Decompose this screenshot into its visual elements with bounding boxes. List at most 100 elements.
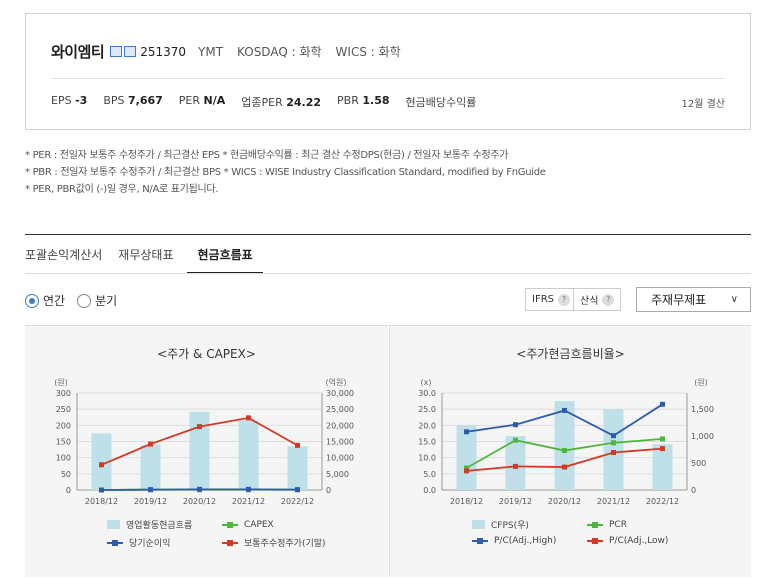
data-point [660, 436, 665, 442]
formula-button[interactable]: 산식 ? [573, 288, 622, 311]
legend-item: 당기순이익 [107, 536, 222, 549]
x-tick-label: 2020/12 [183, 497, 216, 506]
y2-tick-label: 20,000 [326, 421, 354, 430]
data-point [295, 442, 300, 448]
bar [287, 446, 308, 490]
ifrs-button[interactable]: IFRS ? [525, 288, 577, 311]
y-tick-label: 25.0 [418, 405, 436, 414]
tabs-bottom-border [25, 273, 751, 274]
data-point [513, 422, 518, 428]
x-tick-label: 2021/12 [597, 497, 630, 506]
data-point [611, 433, 616, 439]
metric-industry-per: 업종PER 24.22 [241, 96, 322, 109]
bar [140, 444, 161, 490]
y2-tick-label: 15,000 [326, 438, 354, 447]
data-point [148, 487, 153, 493]
data-point [660, 446, 665, 452]
y2-tick-label: 1,500 [691, 405, 714, 414]
bar [603, 409, 624, 490]
x-tick-label: 2019/12 [134, 497, 167, 506]
legend-swatch [107, 520, 120, 529]
legend-item: 보통주수정주가(기말) [222, 536, 342, 549]
bar [189, 411, 210, 490]
data-point [99, 462, 104, 468]
y-tick-label: 0 [66, 486, 71, 495]
y2-tick-label: 0 [691, 486, 696, 495]
ifrs-help-icon[interactable]: ? [558, 293, 570, 306]
legend-item: CFPS(우) [472, 518, 587, 531]
legend-swatch [587, 538, 603, 544]
summary-divider [51, 78, 725, 79]
data-point [562, 464, 567, 470]
settlement-month: 12월 결산 [681, 99, 725, 110]
tab-income-statement[interactable]: 포괄손익계산서 [25, 246, 102, 274]
y-tick-label: 30.0 [418, 389, 436, 398]
y2-unit-label: (원) [694, 378, 708, 387]
tabs-top-border [25, 234, 751, 235]
legend-item: P/C(Adj.,Low) [587, 536, 707, 546]
metric-bps: BPS 7,667 [103, 94, 163, 107]
chart-title: <주가 & CAPEX> [157, 347, 256, 361]
y-tick-label: 50 [61, 470, 71, 479]
legend-swatch [587, 521, 603, 528]
legend-swatch [222, 521, 238, 528]
y2-tick-label: 500 [691, 459, 706, 468]
statement-select[interactable]: 주재무제표 ∨ [636, 287, 751, 312]
y2-tick-label: 0 [326, 486, 331, 495]
x-tick-label: 2018/12 [85, 497, 118, 506]
y-unit-label: (원) [54, 378, 68, 387]
x-tick-label: 2021/12 [232, 497, 265, 506]
share-icon[interactable] [124, 46, 137, 57]
legend-swatch [472, 520, 485, 529]
y2-tick-label: 25,000 [326, 405, 354, 414]
y-tick-label: 150 [56, 438, 71, 447]
y-tick-label: 250 [56, 405, 71, 414]
data-point [246, 486, 251, 492]
company-name: 와이엠티 [51, 43, 105, 61]
company-header: 와이엠티 251370 YMT KOSDAQ : 화학 WICS : 화학 [51, 41, 415, 62]
legend-swatch [222, 539, 238, 546]
english-name: YMT [198, 44, 224, 59]
data-point [513, 437, 518, 443]
x-tick-label: 2022/12 [646, 497, 679, 506]
statement-tabs: 포괄손익계산서 재무상태표 현금흐름표 [25, 246, 279, 274]
footnotes: * PER : 전일자 보통주 수정주가 / 최근결산 EPS * 현금배당수익… [25, 147, 546, 198]
x-tick-label: 2020/12 [548, 497, 581, 506]
formula-help-icon[interactable]: ? [602, 293, 615, 306]
x-tick-label: 2019/12 [499, 497, 532, 506]
y2-unit-label: (억원) [326, 377, 347, 387]
market-sector: KOSDAQ : 화학 [237, 45, 322, 59]
quarter-radio[interactable] [77, 293, 92, 308]
chart-legend: CFPS(우) PCR P/C(Adj.,High) P/C(Adj.,Low) [472, 518, 707, 546]
data-point [660, 401, 665, 407]
metric-per: PER N/A [178, 94, 226, 107]
ifrs-label: IFRS [532, 294, 554, 305]
legend-swatch [472, 538, 488, 544]
footnote-na: * PER, PBR값이 (-)일 경우, N/A로 표기됩니다. [25, 184, 219, 195]
print-icon[interactable] [110, 46, 123, 57]
y-tick-label: 100 [56, 454, 71, 463]
y-tick-label: 5.0 [423, 470, 436, 479]
data-point [99, 487, 104, 493]
metric-pbr: PBR 1.58 [337, 94, 390, 107]
chart-panel-pcr: <주가현금흐름비율> 30.0 25.0 20.0 15.0 10.0 5.0 0.0 1,5… [389, 325, 751, 577]
tab-balance-sheet[interactable]: 재무상태표 [118, 246, 173, 274]
wics-sector: WICS : 화학 [335, 45, 401, 59]
tab-cash-flow[interactable]: 현금흐름표 [187, 246, 263, 274]
data-point [197, 486, 202, 492]
data-point [611, 440, 616, 446]
y-tick-label: 20.0 [418, 421, 436, 430]
annual-label[interactable]: 연간 [43, 292, 65, 309]
data-point [148, 441, 153, 447]
bar [238, 420, 259, 490]
y2-tick-label: 30,000 [326, 389, 354, 398]
data-point [464, 429, 469, 435]
legend-item: PCR [587, 518, 707, 531]
annual-radio[interactable] [25, 293, 39, 308]
legend-item: P/C(Adj.,High) [472, 536, 587, 546]
data-point [562, 448, 567, 454]
y-tick-label: 200 [56, 421, 71, 430]
footnote-pbr: * PBR : 전일자 보통주 수정주가 / 최근결산 BPS * WICS :… [25, 167, 546, 178]
quarter-label[interactable]: 분기 [95, 292, 117, 309]
y-unit-label: (x) [421, 378, 432, 387]
